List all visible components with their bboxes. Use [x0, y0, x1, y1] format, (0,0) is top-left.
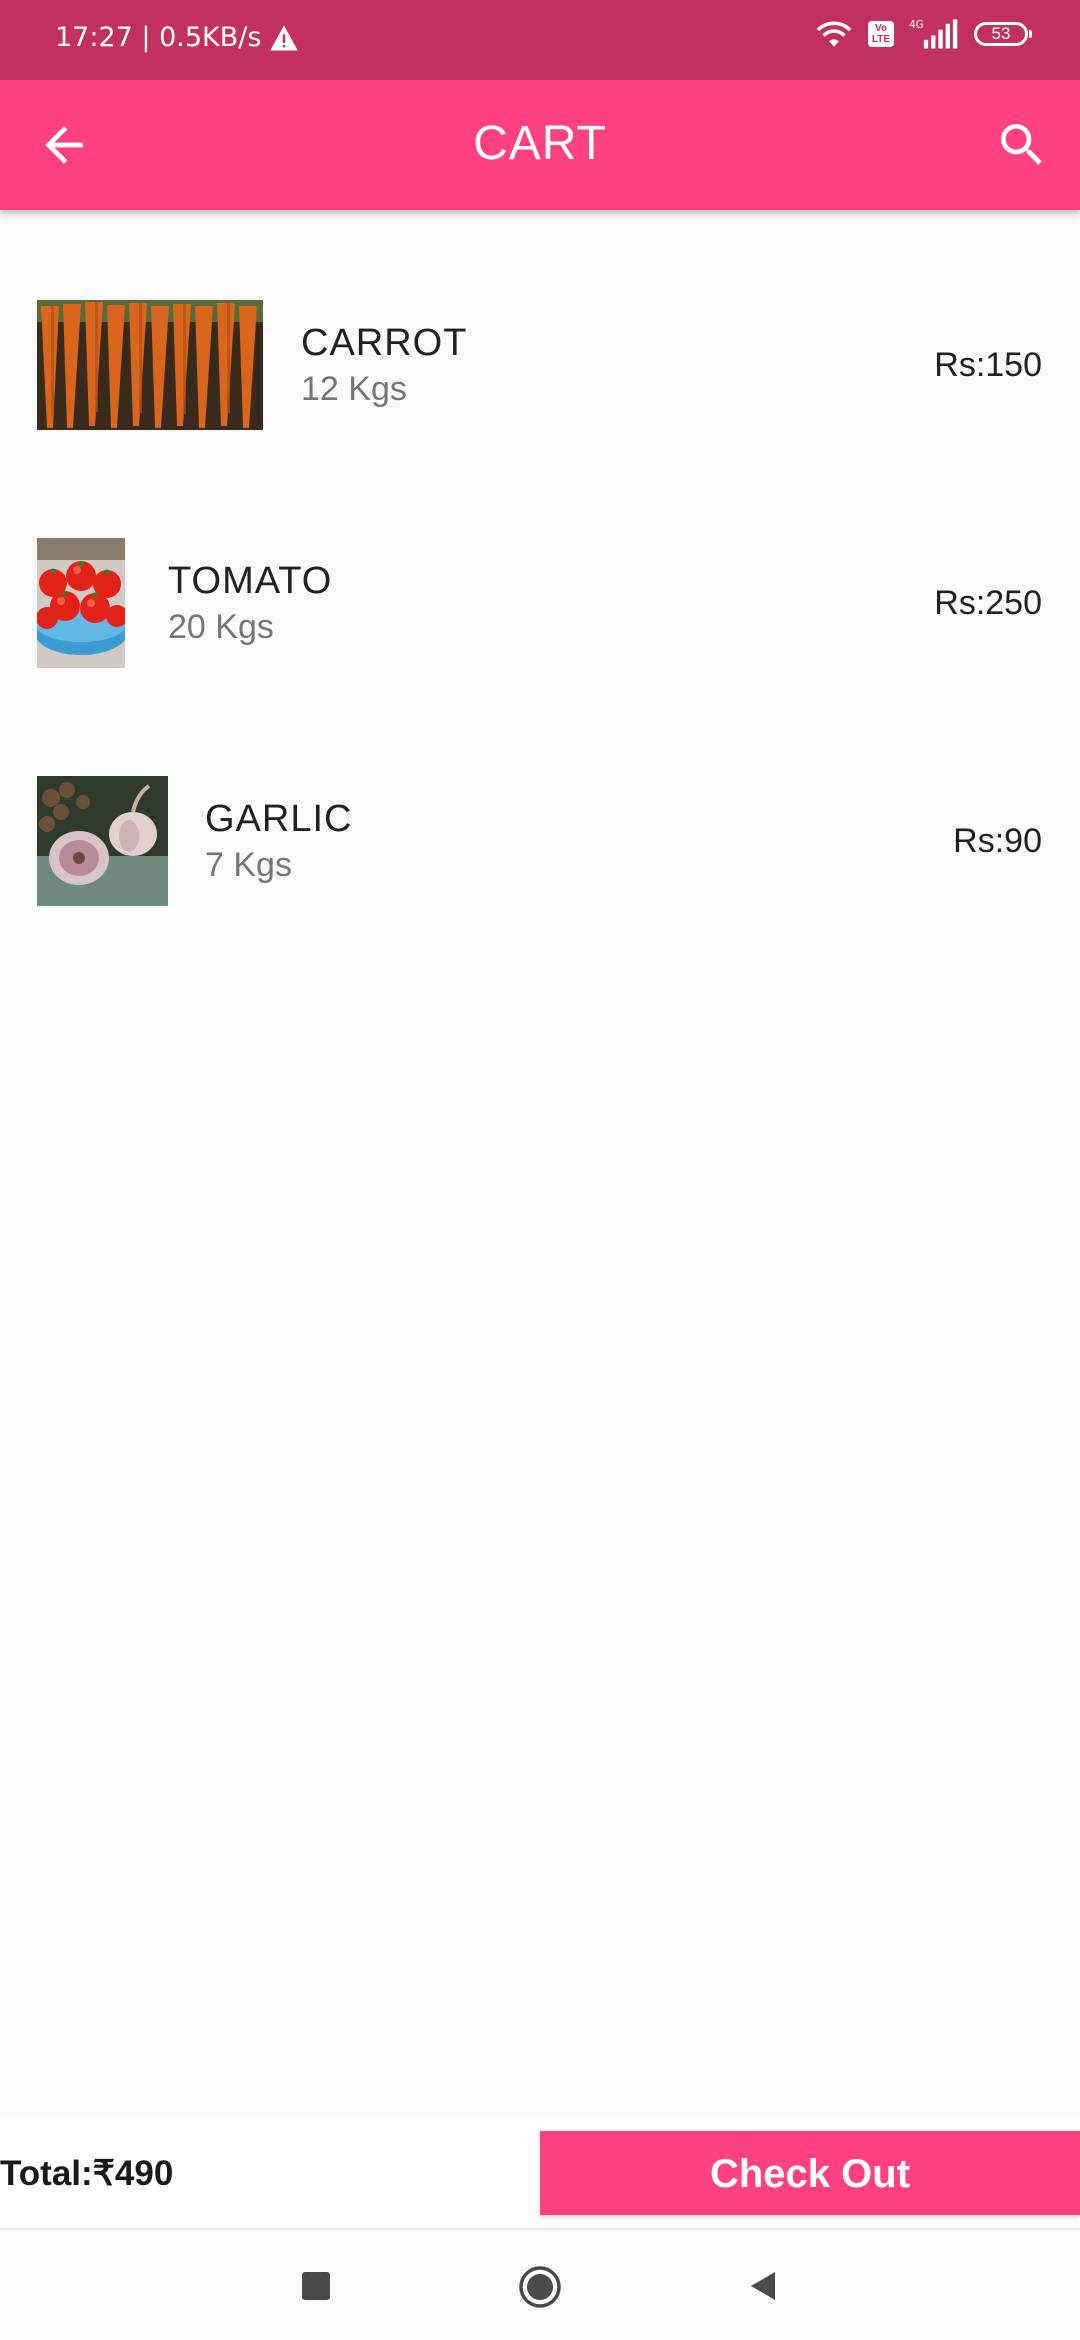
checkout-button[interactable]: Check Out [540, 2131, 1080, 2215]
page-title: CART [473, 117, 607, 170]
wifi-icon [816, 21, 852, 47]
item-price: Rs:250 [934, 584, 1042, 622]
battery-indicator: 53 [974, 22, 1032, 46]
system-back-button[interactable] [745, 2268, 781, 2304]
search-button[interactable] [994, 117, 1050, 173]
status-time-speed: 17:27 | 0.5KB/s [55, 22, 262, 53]
system-nav-bar [0, 2230, 1080, 2340]
volte-badge: Vo LTE [868, 21, 894, 47]
home-circle-icon [519, 2266, 561, 2308]
warning-icon [270, 25, 299, 50]
search-icon [1001, 124, 1042, 165]
svg-text:4G: 4G [909, 20, 923, 31]
cart-screen: 17:27 | 0.5KB/s Vo LTE 4G 53 CART CARROT… [0, 0, 1080, 2340]
tomato-image [37, 538, 125, 668]
cart-total: Total:₹490 [0, 2154, 174, 2193]
item-name: GARLIC [205, 798, 353, 840]
status-left: 17:27 | 0.5KB/s [55, 22, 299, 53]
item-quantity: 20 Kgs [168, 608, 274, 646]
item-name: CARROT [301, 322, 468, 364]
carrot-image [37, 300, 263, 430]
checkout-bar: Total:₹490 Check Out [0, 2118, 1080, 2228]
cart-item-garlic[interactable]: GARLIC 7 Kgs Rs:90 [0, 776, 1080, 916]
cart-item-carrot[interactable]: CARROT 12 Kgs Rs:150 [0, 300, 1080, 440]
item-price: Rs:90 [953, 822, 1042, 860]
item-price: Rs:150 [934, 346, 1042, 384]
signal-icon: 4G [909, 19, 958, 49]
recents-button[interactable] [302, 2272, 330, 2300]
status-bar: 17:27 | 0.5KB/s Vo LTE 4G 53 [0, 0, 1080, 80]
cart-item-tomato[interactable]: TOMATO 20 Kgs Rs:250 [0, 538, 1080, 678]
garlic-image [37, 776, 168, 906]
home-button[interactable] [518, 2265, 562, 2309]
triangle-back-icon [751, 2272, 775, 2300]
status-right: Vo LTE 4G 53 [814, 18, 1032, 50]
item-quantity: 12 Kgs [301, 370, 407, 408]
item-name: TOMATO [168, 560, 333, 602]
item-quantity: 7 Kgs [205, 846, 292, 884]
app-bar: CART [0, 80, 1080, 210]
